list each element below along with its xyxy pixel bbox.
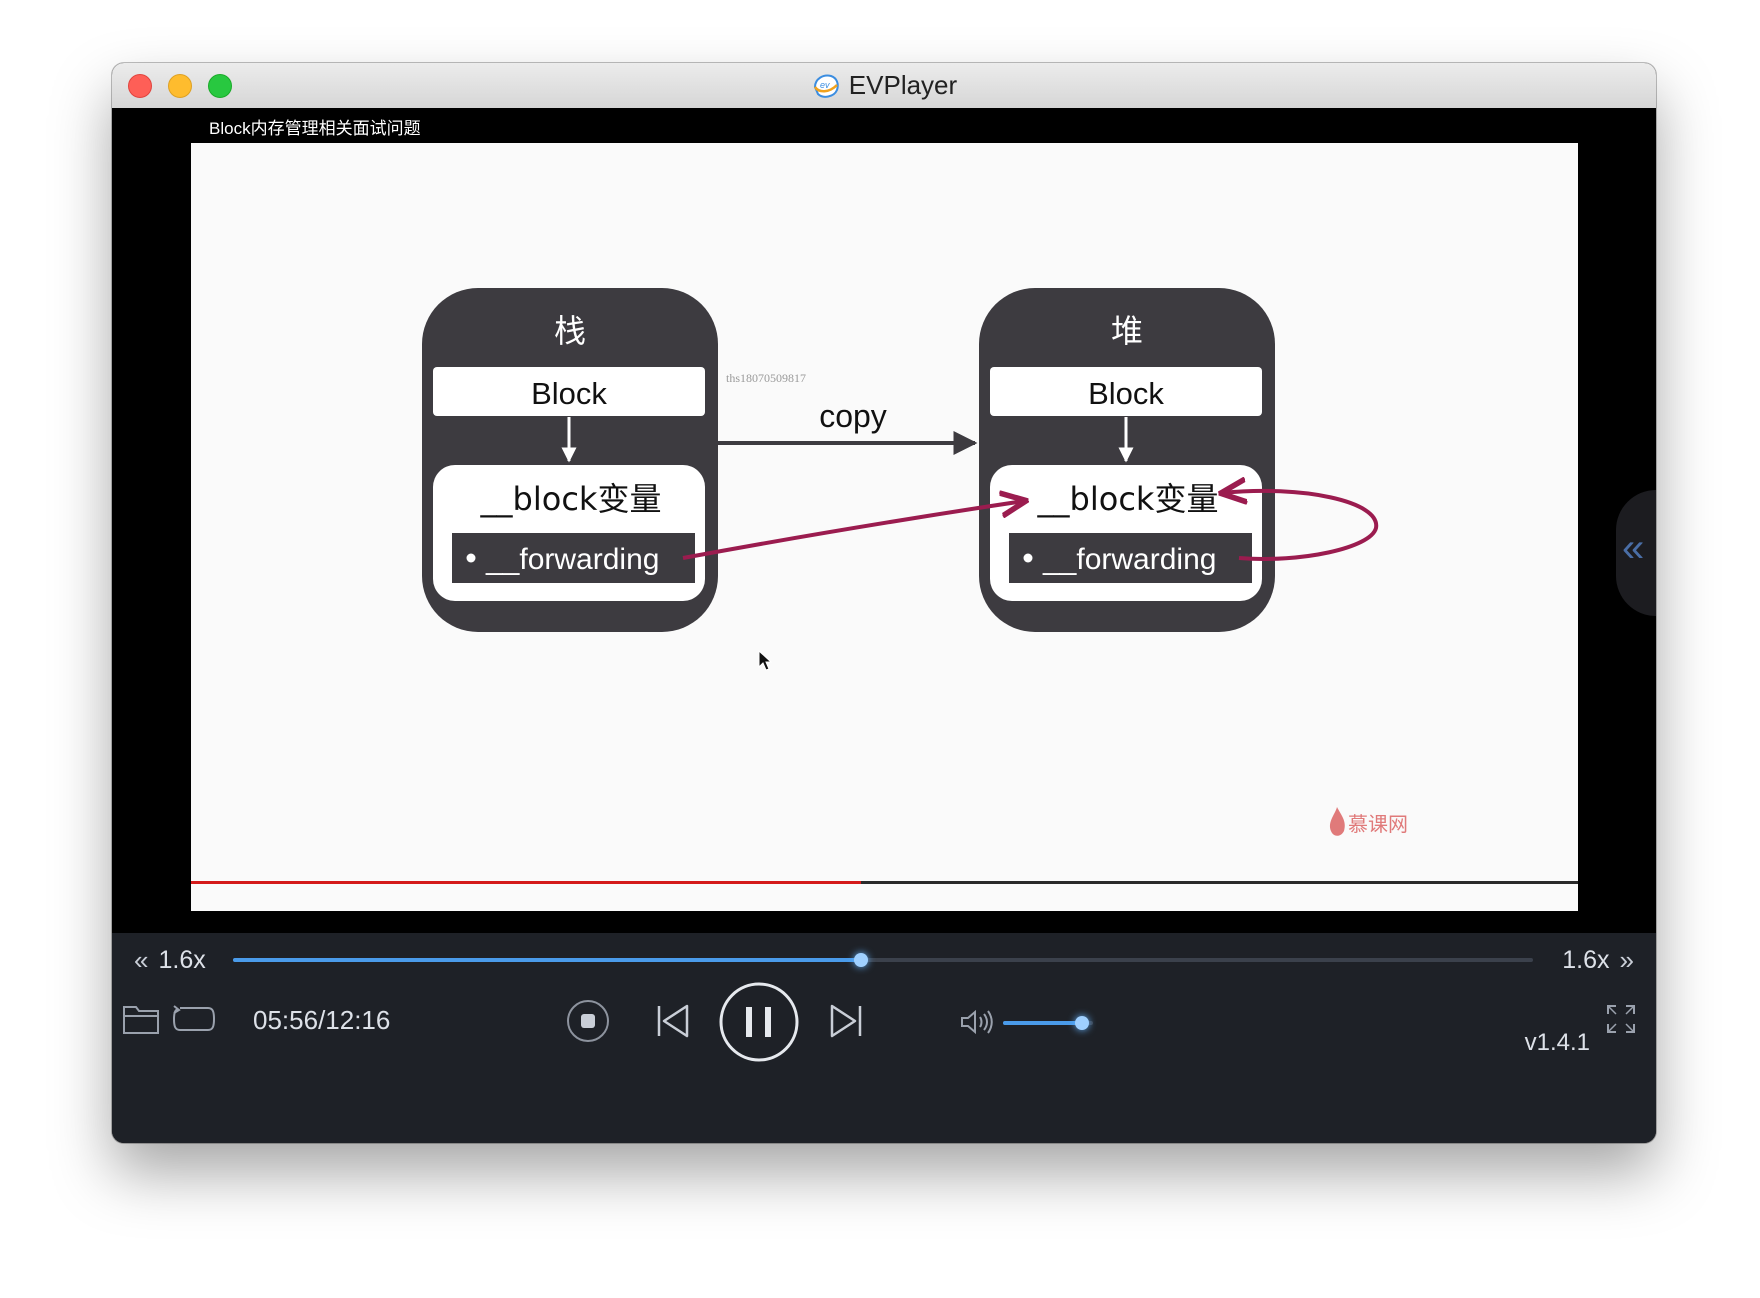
video-area[interactable]: Block内存管理相关面试问题 栈 Block __block变量 __forw… <box>112 108 1656 1043</box>
memory-diagram: 栈 Block __block变量 __forwarding 堆 Block _… <box>422 288 1408 836</box>
collapse-panel-icon: « <box>1622 526 1645 570</box>
seek-slider-fill <box>233 958 861 962</box>
stack-forwarding-label: __forwarding <box>485 543 659 576</box>
previous-track-icon[interactable] <box>656 1003 690 1039</box>
video-frame[interactable]: Block内存管理相关面试问题 栈 Block __block变量 __forw… <box>191 108 1578 911</box>
mouse-cursor-icon <box>758 649 773 671</box>
volume-icon[interactable] <box>960 1008 994 1036</box>
loop-icon[interactable] <box>172 1004 216 1034</box>
stop-icon[interactable] <box>566 999 610 1043</box>
mooc-logo: 慕课网 <box>1329 807 1408 836</box>
double-chevron-right-icon[interactable]: » <box>1620 945 1634 976</box>
next-track-icon[interactable] <box>829 1003 863 1039</box>
side-panel-toggle[interactable]: « <box>1616 490 1656 616</box>
speed-down-control[interactable]: « 1.6x <box>134 944 206 976</box>
pause-icon[interactable] <box>718 981 800 1063</box>
control-bar <box>112 933 1656 1143</box>
heap-box-title: 堆 <box>1111 312 1143 350</box>
fullscreen-icon[interactable] <box>1606 1004 1636 1034</box>
evplayer-app-icon: ev <box>813 74 839 98</box>
folder-icon[interactable] <box>122 1001 160 1035</box>
heap-var-label: __block变量 <box>1037 480 1219 518</box>
heap-block-label: Block <box>1088 376 1164 411</box>
version-label: v1.4.1 <box>1524 1029 1590 1056</box>
volume-slider[interactable] <box>1003 1016 1093 1030</box>
svg-text:慕课网: 慕课网 <box>1348 812 1408 836</box>
video-caption: Block内存管理相关面试问题 <box>209 119 421 138</box>
copy-label: copy <box>819 398 887 434</box>
svg-text:ev: ev <box>820 80 830 90</box>
speed-up-control[interactable]: 1.6x » <box>1562 944 1634 976</box>
heap-forwarding-label: __forwarding <box>1042 543 1216 576</box>
playback-time: 05:56/12:16 <box>253 1005 391 1035</box>
window-title: EVPlayer <box>848 70 958 100</box>
player-window: ev EVPlayer Block内存管理相关面试问题 栈 Block __bl… <box>112 63 1656 1143</box>
heap-box: 堆 Block __block变量 __forwarding <box>979 288 1275 632</box>
speed-right-label: 1.6x <box>1562 945 1610 974</box>
stack-block-label: Block <box>531 376 607 411</box>
video-progress-fill <box>191 881 861 884</box>
slide-content: 栈 Block __block变量 __forwarding 堆 Block _… <box>191 143 1578 911</box>
stack-var-label: __block变量 <box>480 480 662 518</box>
watermark-text: ths18070509817 <box>726 371 806 385</box>
seek-slider-knob[interactable] <box>853 953 868 967</box>
stack-box-title: 栈 <box>554 312 586 350</box>
forwarding-pointer-arrow <box>682 501 1024 560</box>
stack-box: 栈 Block __block变量 __forwarding <box>422 288 718 632</box>
video-progress-track[interactable] <box>191 881 1578 884</box>
double-chevron-left-icon[interactable]: « <box>134 945 148 976</box>
seek-slider[interactable] <box>233 953 1533 967</box>
volume-slider-fill <box>1003 1021 1083 1025</box>
title-bar[interactable]: ev EVPlayer <box>112 63 1656 109</box>
speed-left-label: 1.6x <box>158 945 206 974</box>
